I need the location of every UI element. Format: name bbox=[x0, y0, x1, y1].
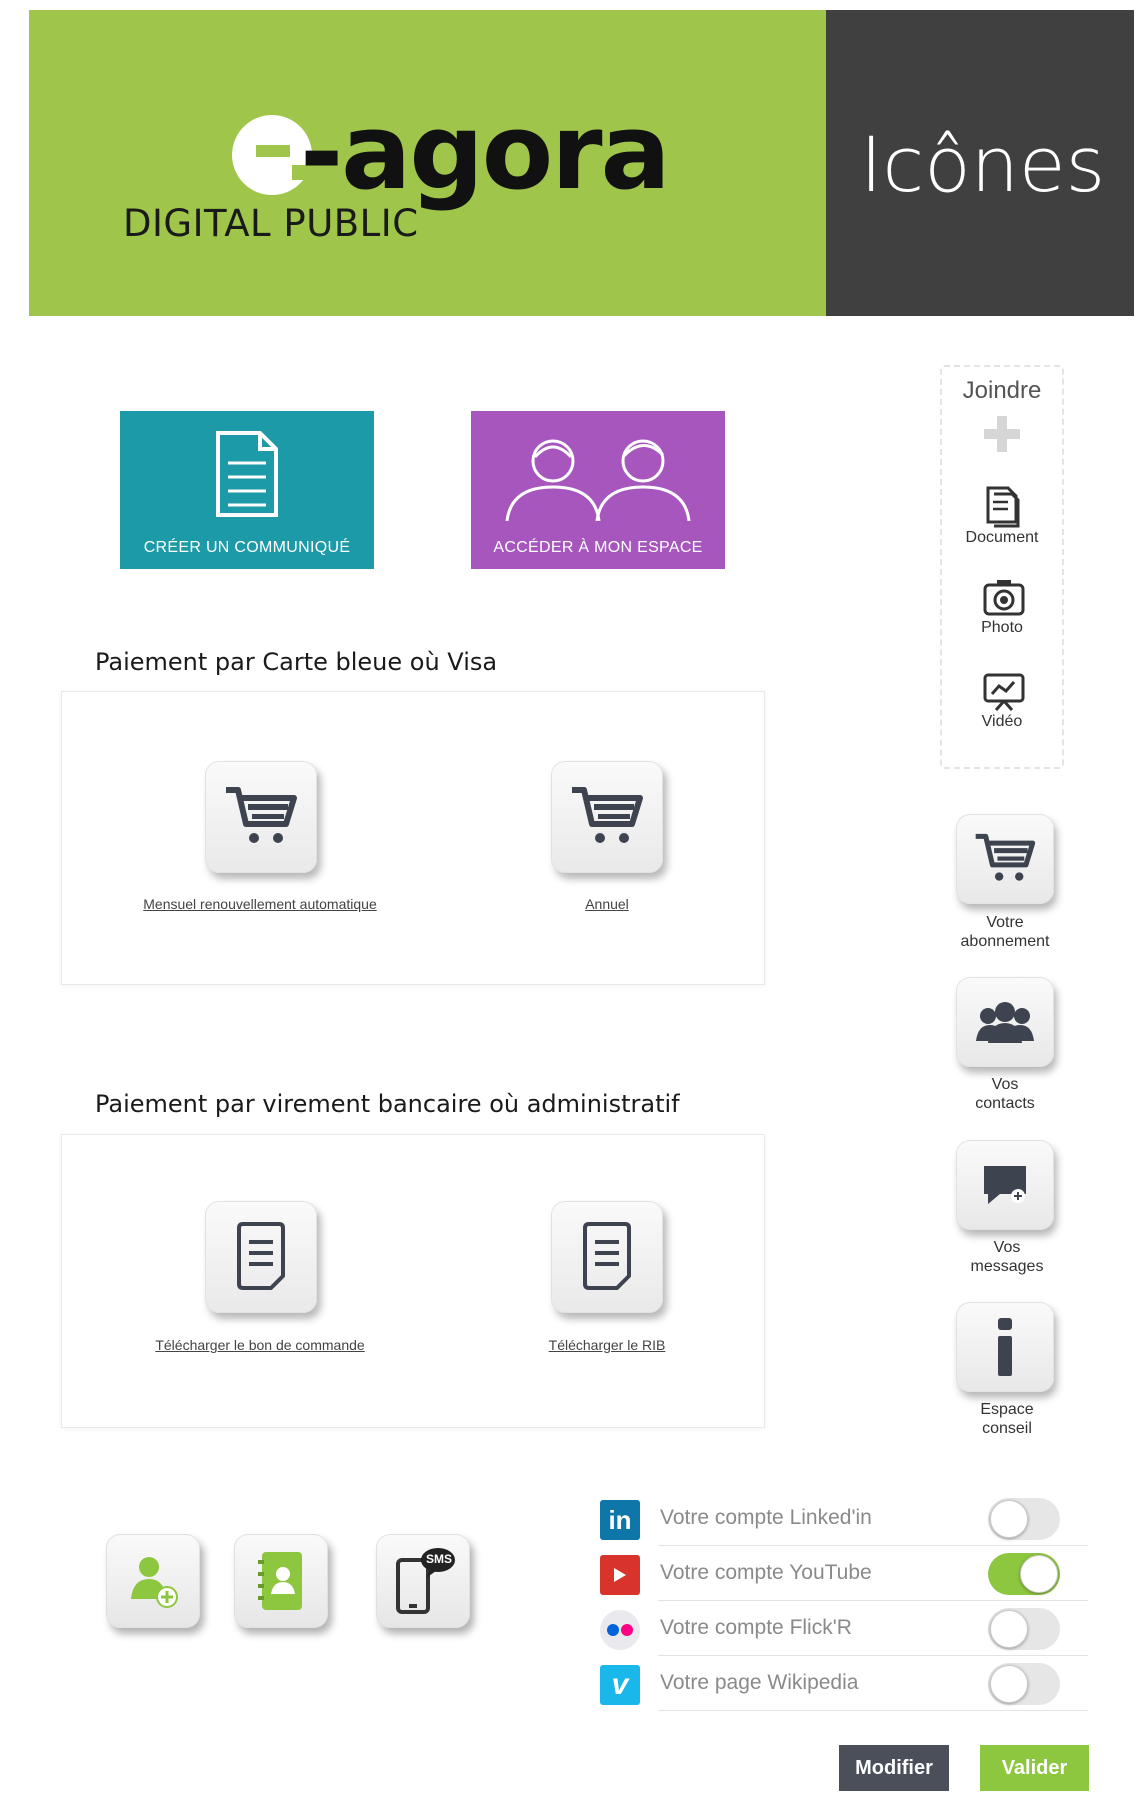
sms-button[interactable]: SMS bbox=[376, 1534, 470, 1628]
social-label: Votre page Wikipedia bbox=[660, 1671, 859, 1694]
document-icon bbox=[583, 1222, 631, 1290]
youtube-toggle[interactable] bbox=[988, 1553, 1060, 1595]
attach-panel: Joindre Document Photo Vidéo bbox=[940, 365, 1064, 769]
social-label: Votre compte YouTube bbox=[660, 1561, 872, 1584]
vimeo-icon: v bbox=[600, 1665, 640, 1705]
messages-button[interactable] bbox=[956, 1140, 1054, 1230]
social-row-flickr: Votre compte Flick'R bbox=[598, 1601, 1088, 1656]
info-icon bbox=[998, 1318, 1012, 1376]
social-label: Votre compte Flick'R bbox=[660, 1616, 852, 1639]
logo-subtitle: DIGITAL PUBLIC bbox=[123, 202, 419, 245]
cart-icon bbox=[226, 787, 297, 843]
subscription-label: Votre abonnement bbox=[960, 914, 1050, 950]
page-title: Icônes bbox=[860, 120, 1106, 209]
social-label: Votre compte Linked'in bbox=[660, 1506, 872, 1529]
address-book-icon bbox=[258, 1552, 302, 1610]
annual-subscription-link[interactable]: Annuel bbox=[557, 896, 657, 912]
transfer-payment-title: Paiement par virement bancaire où admini… bbox=[95, 1090, 680, 1118]
monthly-subscription-button[interactable] bbox=[205, 761, 317, 873]
download-rib-link[interactable]: Télécharger le RIB bbox=[532, 1337, 682, 1353]
tile-label: ACCÉDER À MON ESPACE bbox=[493, 539, 703, 556]
advice-space-button[interactable] bbox=[956, 1302, 1054, 1392]
social-row-linkedin: in Votre compte Linked'in bbox=[598, 1491, 1088, 1546]
attach-video-button[interactable]: Vidéo bbox=[942, 672, 1062, 742]
cart-icon bbox=[572, 787, 643, 843]
linkedin-icon: in bbox=[600, 1500, 640, 1540]
card-payment-title: Paiement par Carte bleue où Visa bbox=[95, 648, 498, 676]
modify-button[interactable]: Modifier bbox=[839, 1745, 949, 1791]
youtube-icon bbox=[600, 1555, 640, 1595]
contacts-label: Vos contacts bbox=[975, 1076, 1035, 1112]
attach-photo-label: Photo bbox=[981, 619, 1023, 636]
flickr-icon bbox=[600, 1610, 640, 1650]
cart-icon bbox=[975, 833, 1036, 881]
video-icon bbox=[983, 673, 1025, 711]
validate-button[interactable]: Valider bbox=[980, 1745, 1089, 1791]
attach-video-label: Vidéo bbox=[981, 713, 1023, 730]
advice-space-label: Espace conseil bbox=[980, 1401, 1034, 1437]
sms-badge: SMS bbox=[426, 1552, 453, 1566]
document-icon bbox=[216, 431, 278, 517]
monthly-subscription-link[interactable]: Mensuel renouvellement automatique bbox=[110, 896, 410, 912]
users-icon bbox=[505, 439, 691, 521]
flickr-toggle[interactable] bbox=[988, 1608, 1060, 1650]
add-contact-button[interactable] bbox=[106, 1534, 200, 1628]
annual-subscription-button[interactable] bbox=[551, 761, 663, 873]
social-row-wikipedia: v Votre page Wikipedia bbox=[598, 1656, 1088, 1711]
add-user-icon bbox=[131, 1557, 178, 1608]
logo-wordmark: -agora bbox=[300, 91, 671, 213]
attach-document-label: Document bbox=[965, 529, 1039, 546]
attach-photo-button[interactable]: Photo bbox=[942, 577, 1062, 647]
attach-title: Joindre bbox=[962, 377, 1042, 404]
messages-label: Vos messages bbox=[970, 1239, 1044, 1275]
attach-document-button[interactable]: Document bbox=[942, 484, 1062, 554]
social-row-youtube: Votre compte YouTube bbox=[598, 1546, 1088, 1601]
wikipedia-toggle[interactable] bbox=[988, 1663, 1060, 1705]
address-book-button[interactable] bbox=[234, 1534, 328, 1628]
group-icon bbox=[976, 1002, 1034, 1043]
download-order-form-button[interactable] bbox=[205, 1201, 317, 1313]
chat-icon bbox=[984, 1166, 1026, 1204]
contacts-button[interactable] bbox=[956, 977, 1054, 1067]
plus-icon[interactable] bbox=[982, 414, 1022, 454]
subscription-button[interactable] bbox=[956, 814, 1054, 904]
camera-icon bbox=[983, 580, 1025, 616]
download-order-form-link[interactable]: Télécharger le bon de commande bbox=[110, 1337, 410, 1353]
document-icon bbox=[986, 486, 1020, 528]
create-communique-tile[interactable]: CRÉER UN COMMUNIQUÉ bbox=[120, 411, 374, 569]
linkedin-toggle[interactable] bbox=[988, 1498, 1060, 1540]
tile-label: CRÉER UN COMMUNIQUÉ bbox=[143, 539, 351, 556]
download-rib-button[interactable] bbox=[551, 1201, 663, 1313]
document-icon bbox=[237, 1222, 285, 1290]
access-space-tile[interactable]: ACCÉDER À MON ESPACE bbox=[471, 411, 725, 569]
